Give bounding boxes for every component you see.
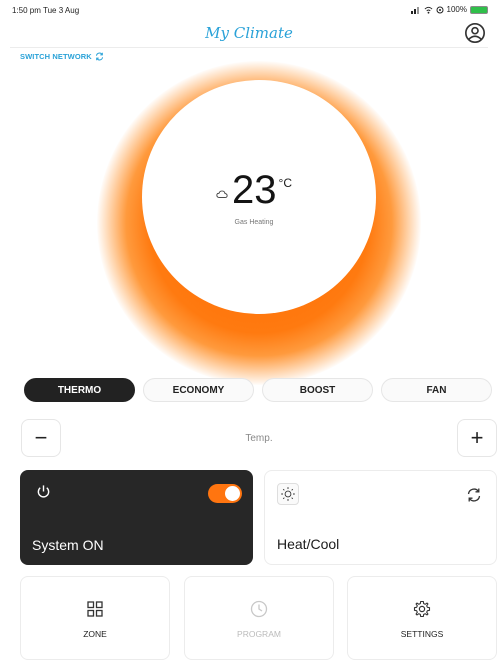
header-divider [10, 47, 488, 48]
signal-icon [410, 6, 419, 14]
power-icon [37, 485, 50, 498]
location-icon [436, 6, 444, 13]
program-tile[interactable]: PROGRAM [184, 576, 334, 660]
system-toggle[interactable] [208, 484, 242, 503]
sun-icon [277, 483, 299, 505]
tab-thermo[interactable]: THERMO [24, 378, 135, 402]
tab-fan[interactable]: FAN [381, 378, 492, 402]
profile-icon[interactable] [464, 22, 486, 44]
status-indicators: 100% [410, 5, 488, 14]
tab-economy[interactable]: ECONOMY [143, 378, 254, 402]
settings-label: SETTINGS [400, 629, 444, 639]
clock-icon [250, 600, 268, 618]
system-status-label: System ON [32, 537, 104, 553]
battery-percent: 100% [446, 5, 467, 14]
grid-icon [87, 601, 103, 617]
switch-network-button[interactable]: SWITCH NETWORK [20, 52, 104, 61]
sync-icon [467, 488, 481, 502]
status-bar: 1:50 pm Tue 3 Aug 100% [0, 0, 498, 20]
temperature-readout: 23 °C [0, 170, 498, 210]
cloud-icon [216, 190, 228, 198]
mode-tabs: THERMO ECONOMY BOOST FAN [24, 378, 492, 402]
refresh-icon [95, 52, 103, 61]
temperature-unit: °C [278, 176, 292, 190]
zone-tile[interactable]: ZONE [20, 576, 170, 660]
temp-label: Temp. [245, 433, 273, 444]
program-label: PROGRAM [237, 629, 281, 639]
settings-tile[interactable]: SETTINGS [347, 576, 497, 660]
heat-cool-card[interactable]: Heat/Cool [264, 470, 497, 565]
heating-mode-caption: Gas Heating [234, 219, 274, 226]
gear-icon [413, 600, 431, 618]
wifi-icon [424, 6, 432, 14]
heat-cool-label: Heat/Cool [277, 536, 340, 552]
switch-network-label: SWITCH NETWORK [20, 52, 92, 61]
temperature-value: 23 [232, 168, 277, 212]
status-time-date: 1:50 pm Tue 3 Aug [12, 6, 80, 15]
increase-temp-button[interactable]: + [457, 419, 497, 457]
zone-label: ZONE [83, 629, 107, 639]
system-power-card[interactable]: System ON [20, 470, 253, 565]
app-title: My Climate [205, 24, 293, 42]
tab-boost[interactable]: BOOST [262, 378, 373, 402]
battery-icon [470, 5, 488, 14]
toggle-knob [225, 486, 240, 501]
